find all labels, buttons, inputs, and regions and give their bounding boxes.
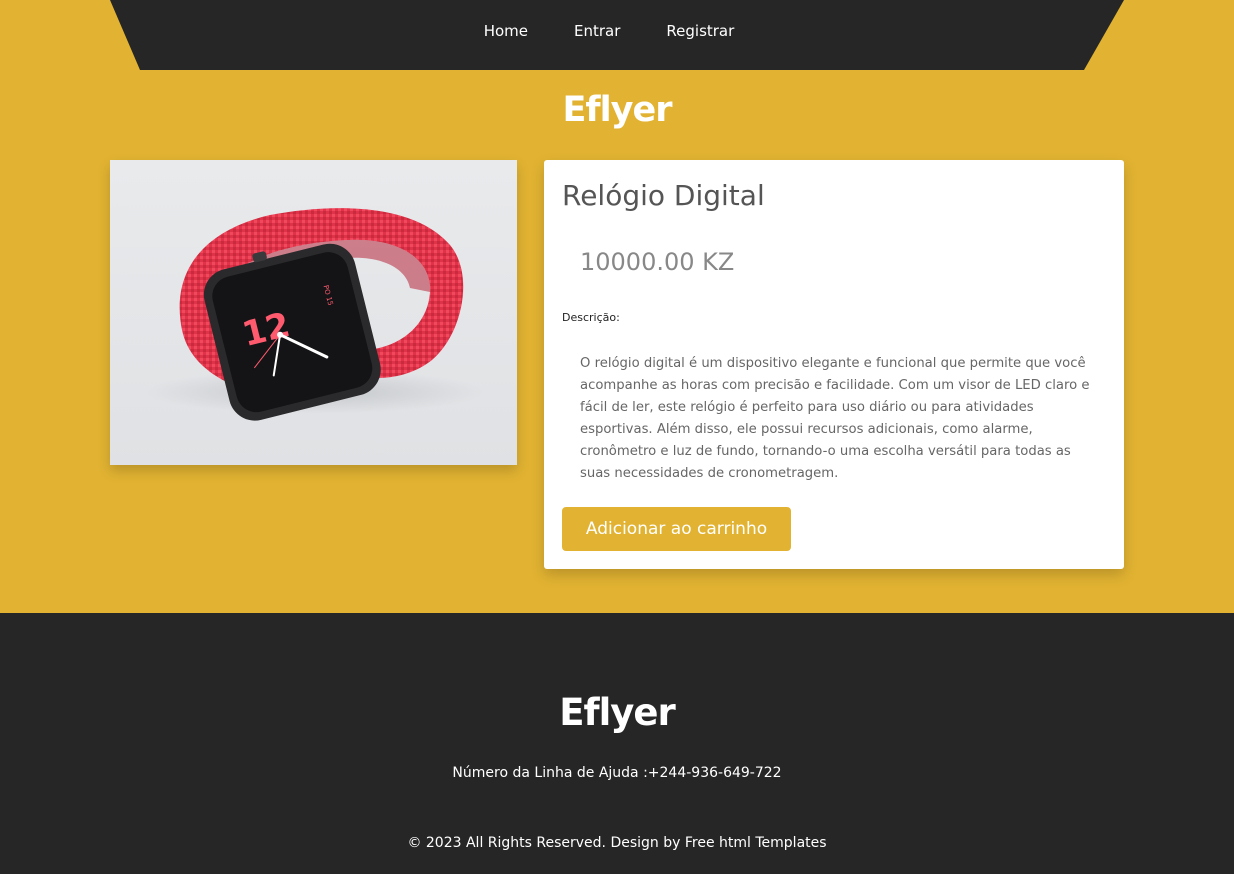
footer: Eflyer Número da Linha de Ajuda :+244-93… [0, 613, 1234, 874]
product-details-card: Relógio Digital 10000.00 KZ Descrição: O… [544, 160, 1124, 569]
product-description: O relógio digital é um dispositivo elega… [580, 356, 1090, 481]
nav-link-entrar[interactable]: Entrar [574, 22, 620, 40]
product-image: 12 PO 15 [110, 160, 517, 465]
product-title: Relógio Digital [562, 179, 765, 212]
add-to-cart-button[interactable]: Adicionar ao carrinho [562, 507, 791, 551]
nav-link-registrar[interactable]: Registrar [666, 22, 734, 40]
description-label: Descrição: [562, 311, 620, 324]
nav-link-home[interactable]: Home [484, 22, 528, 40]
top-navigation: Home Entrar Registrar [110, 0, 1124, 70]
nav-links: Home Entrar Registrar [110, 0, 1124, 70]
helpline-text: Número da Linha de Ajuda :+244-936-649-7… [452, 765, 782, 781]
copyright-text: © 2023 All Rights Reserved. Design by Fr… [407, 835, 827, 851]
watch-illustration: 12 PO 15 [145, 208, 485, 421]
footer-brand-logo[interactable]: Eflyer [0, 691, 1234, 734]
product-price: 10000.00 KZ [580, 248, 735, 276]
brand-logo[interactable]: Eflyer [0, 90, 1234, 130]
